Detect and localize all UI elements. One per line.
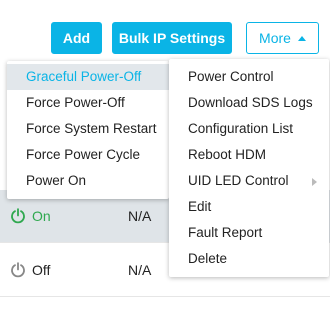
cell-value: N/A [128, 208, 152, 224]
menu-item-configuration-list[interactable]: Configuration List [169, 116, 329, 142]
menu-item-power-control[interactable]: Power Control [169, 64, 329, 90]
menu-item-download-sds-logs[interactable]: Download SDS Logs [169, 90, 329, 116]
menu-item-label: UID LED Control [188, 173, 289, 188]
menu-item-delete[interactable]: Delete [169, 246, 329, 272]
menu-item-force-system-restart[interactable]: Force System Restart [7, 116, 169, 142]
cell-value: N/A [128, 262, 152, 278]
status-text: Off [32, 262, 51, 278]
power-control-submenu: Graceful Power-Off Force Power-Off Force… [7, 61, 169, 199]
power-on-icon [11, 208, 25, 224]
status-text: On [32, 208, 51, 224]
chevron-right-icon [312, 178, 317, 186]
power-off-icon [11, 262, 25, 278]
caret-up-icon [297, 35, 306, 41]
menu-item-reboot-hdm[interactable]: Reboot HDM [169, 142, 329, 168]
more-dropdown-menu: Power Control Download SDS Logs Configur… [169, 59, 329, 277]
menu-item-fault-report[interactable]: Fault Report [169, 220, 329, 246]
menu-item-force-power-off[interactable]: Force Power-Off [7, 90, 169, 116]
status-cell: On [10, 208, 51, 224]
status-cell: Off [10, 262, 50, 278]
menu-item-graceful-power-off[interactable]: Graceful Power-Off [7, 64, 169, 90]
menu-item-power-on[interactable]: Power On [7, 168, 169, 194]
menu-item-uid-led-control[interactable]: UID LED Control [169, 168, 329, 194]
row-divider [0, 296, 330, 297]
more-button-label: More [259, 30, 291, 46]
bulk-ip-settings-button[interactable]: Bulk IP Settings [112, 22, 232, 54]
menu-item-force-power-cycle[interactable]: Force Power Cycle [7, 142, 169, 168]
add-button[interactable]: Add [51, 22, 102, 54]
menu-item-edit[interactable]: Edit [169, 194, 329, 220]
more-button[interactable]: More [246, 22, 319, 54]
